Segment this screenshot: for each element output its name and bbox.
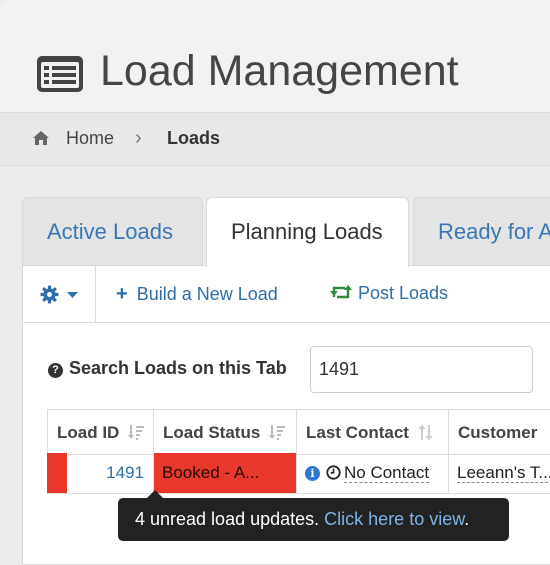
toast-text: 4 unread load updates.	[135, 509, 320, 529]
column-header-label: Load Status	[163, 423, 261, 442]
build-new-load-label: Build a New Load	[136, 284, 278, 304]
info-icon[interactable]: i	[305, 466, 320, 481]
home-icon	[33, 131, 49, 145]
gear-icon	[40, 285, 59, 304]
search-input[interactable]	[310, 346, 533, 393]
column-header-label: Last Contact	[306, 423, 409, 442]
status-flag	[47, 453, 67, 493]
toast-view-link[interactable]: Click here to view	[324, 509, 464, 529]
toolbar: + Build a New Load Post Loads	[23, 266, 550, 323]
table-header: Load ID Load Status Last Contact Custome…	[47, 409, 550, 455]
toast-suffix: .	[464, 509, 470, 529]
post-loads-label: Post Loads	[358, 283, 449, 303]
table-row[interactable]: 1491 Booked - A... i No Contact Leeann's…	[47, 453, 550, 494]
notification-toast[interactable]: 4 unread load updates. Click here to vie…	[118, 490, 509, 541]
column-header-label: Customer	[458, 423, 538, 442]
customer-name: Leeann's T...	[457, 463, 550, 483]
last-contact-cell: i No Contact	[297, 453, 449, 493]
page-title: Load Management	[100, 47, 459, 95]
column-header-last-contact[interactable]: Last Contact	[297, 410, 449, 454]
clock-icon	[326, 465, 341, 480]
breadcrumb-home-link[interactable]: Home	[66, 128, 114, 149]
column-header-load-id[interactable]: Load ID	[47, 410, 154, 454]
tab-ready-for[interactable]: Ready for A	[413, 197, 550, 265]
column-header-load-status[interactable]: Load Status	[154, 410, 297, 454]
toast-arrow	[147, 490, 163, 498]
caret-down-icon	[67, 292, 78, 298]
breadcrumb-current: Loads	[167, 128, 221, 148]
retweet-icon	[330, 285, 352, 299]
plus-icon: +	[116, 283, 128, 305]
settings-dropdown-button[interactable]	[23, 266, 96, 322]
tab-active-loads[interactable]: Active Loads	[22, 197, 203, 265]
chevron-right-icon: ›	[135, 127, 142, 149]
sort-amount-desc-icon	[269, 425, 286, 440]
page-header: Load Management	[0, 0, 550, 112]
search-label-text: Search Loads on this Tab	[69, 358, 287, 378]
column-header-label: Load ID	[57, 423, 120, 442]
last-contact-text: No Contact	[344, 463, 430, 483]
load-id-link[interactable]: 1491	[67, 453, 154, 493]
build-new-load-button[interactable]: + Build a New Load	[116, 283, 278, 306]
customer-cell: Leeann's T...	[449, 453, 550, 493]
sort-icon	[417, 425, 433, 440]
post-loads-button[interactable]: Post Loads	[330, 283, 448, 304]
breadcrumb: Home › Loads	[0, 112, 550, 166]
column-header-customer[interactable]: Customer	[449, 410, 550, 454]
sort-amount-desc-icon	[128, 425, 145, 440]
tab-planning-loads[interactable]: Planning Loads	[206, 197, 409, 267]
question-circle-icon: ?	[48, 363, 63, 378]
list-alt-icon	[37, 56, 83, 92]
load-status-cell: Booked - A...	[154, 453, 297, 493]
search-label: ? Search Loads on this Tab	[48, 358, 287, 379]
